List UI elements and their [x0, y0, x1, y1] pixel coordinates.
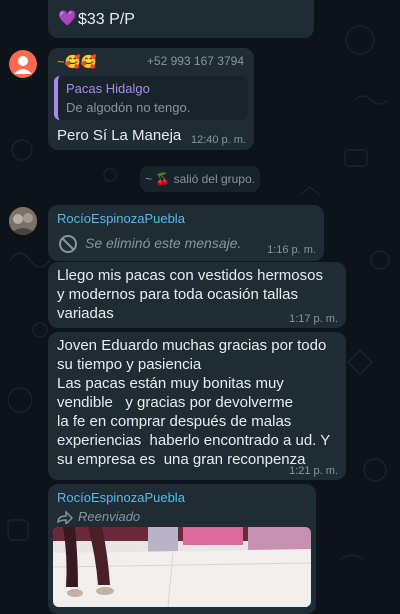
message-bubble-deleted[interactable]: RocíoEspinozaPuebla Se eliminó este mens… — [48, 205, 324, 261]
message-line: y modernos para toda ocasión tallas — [57, 286, 298, 303]
message-text: Pero Sí La Maneja — [57, 127, 182, 144]
message-time: 12:40 p. m. — [190, 134, 246, 146]
forward-icon — [57, 510, 73, 524]
person-icon — [14, 56, 32, 74]
message-bubble-price[interactable]: 💜 $33 P/P — [48, 0, 314, 38]
system-message: ~ 🍒 salió del grupo. — [140, 166, 260, 192]
message-line: experiencias haberlo encontrado a ud. Y — [57, 432, 331, 449]
sender-name[interactable]: RocíoEspinozaPuebla — [57, 211, 185, 226]
message-time: 1:17 p. m. — [289, 313, 338, 325]
quoted-sender: Pacas Hidalgo — [66, 81, 150, 96]
message-text: Joven Eduardo muchas gracias por todo su… — [57, 336, 343, 469]
avatar[interactable] — [9, 50, 37, 78]
message-line: su tiempo y pasiencia — [57, 356, 202, 373]
sender-phone: +52 993 167 3794 — [146, 54, 244, 68]
forwarded-label: Reenviado — [78, 509, 141, 524]
sender-name[interactable]: ~🥰🥰 — [57, 54, 97, 70]
message-bubble-reply[interactable]: ~🥰🥰 +52 993 167 3794 Pacas Hidalgo De al… — [48, 48, 254, 150]
sender-name[interactable]: RocíoEspinozaPuebla — [57, 490, 185, 505]
system-message-text: ~ 🍒 salió del grupo. — [144, 172, 255, 186]
message-bubble[interactable]: Joven Eduardo muchas gracias por todo su… — [48, 332, 346, 480]
message-line: la fe en comprar después de malas — [57, 413, 292, 430]
message-photo[interactable] — [53, 527, 311, 607]
message-text: $33 P/P — [78, 11, 135, 28]
message-time: 1:21 p. m. — [289, 465, 338, 477]
message-time: 1:16 p. m. — [267, 244, 316, 256]
purple-tag-emoji-icon: 💜 — [58, 10, 77, 27]
message-line: Joven Eduardo muchas gracias por todo — [57, 337, 327, 354]
message-line: Las pacas están muy bonitas muy — [57, 375, 284, 392]
quoted-text: De algodón no tengo. — [66, 100, 191, 115]
message-line: vendible y gracias por devolverme — [57, 394, 293, 411]
message-line: Llego mis pacas con vestidos hermosos — [57, 267, 323, 284]
message-bubble-forwarded[interactable]: RocíoEspinozaPuebla Reenviado — [48, 484, 316, 614]
profile-photo-icon — [9, 207, 37, 235]
blocked-icon — [59, 235, 77, 253]
deleted-message-text: Se eliminó este mensaje. — [85, 235, 242, 251]
quoted-message[interactable]: Pacas Hidalgo De algodón no tengo. — [54, 76, 248, 120]
message-bubble[interactable]: Llego mis pacas con vestidos hermosos y … — [48, 262, 346, 328]
avatar[interactable] — [9, 207, 37, 235]
